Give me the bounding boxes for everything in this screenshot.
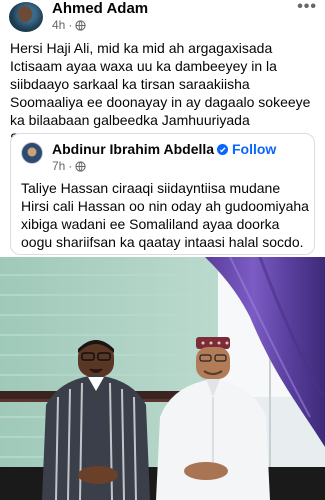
shared-post-time[interactable]: 7h	[52, 159, 65, 173]
shared-meta-separator: ·	[68, 159, 73, 173]
shared-author-name[interactable]: Abdinur Ibrahim Abdella	[52, 141, 229, 157]
globe-icon	[75, 19, 86, 31]
shared-author-avatar[interactable]	[21, 142, 43, 164]
post-time[interactable]: 4h	[52, 18, 65, 32]
shared-post-card[interactable]: Abdinur Ibrahim Abdella · Follow 7h · Ta…	[10, 133, 315, 255]
follow-button[interactable]: Follow	[232, 141, 276, 157]
post-header: Ahmed Adam 4h · •••	[0, 0, 325, 34]
post-text: Hersi Haji Ali, mid ka mid ah argagaxisa…	[10, 40, 311, 146]
shared-post-meta: 7h ·	[52, 159, 86, 173]
more-options-icon[interactable]: •••	[297, 0, 317, 16]
author-name[interactable]: Ahmed Adam	[52, 0, 148, 17]
globe-icon	[75, 160, 86, 172]
shared-author-name-text[interactable]: Abdinur Ibrahim Abdella	[52, 141, 214, 157]
photo-illustration	[0, 257, 325, 500]
post-photo[interactable]	[0, 257, 325, 500]
post-meta: 4h ·	[52, 18, 86, 32]
shared-post-text: Taliye Hassan ciraaqi siidayntiisa mudan…	[21, 180, 309, 250]
follow-separator: ·	[218, 142, 222, 156]
meta-separator: ·	[68, 18, 73, 32]
author-avatar[interactable]	[9, 2, 43, 32]
